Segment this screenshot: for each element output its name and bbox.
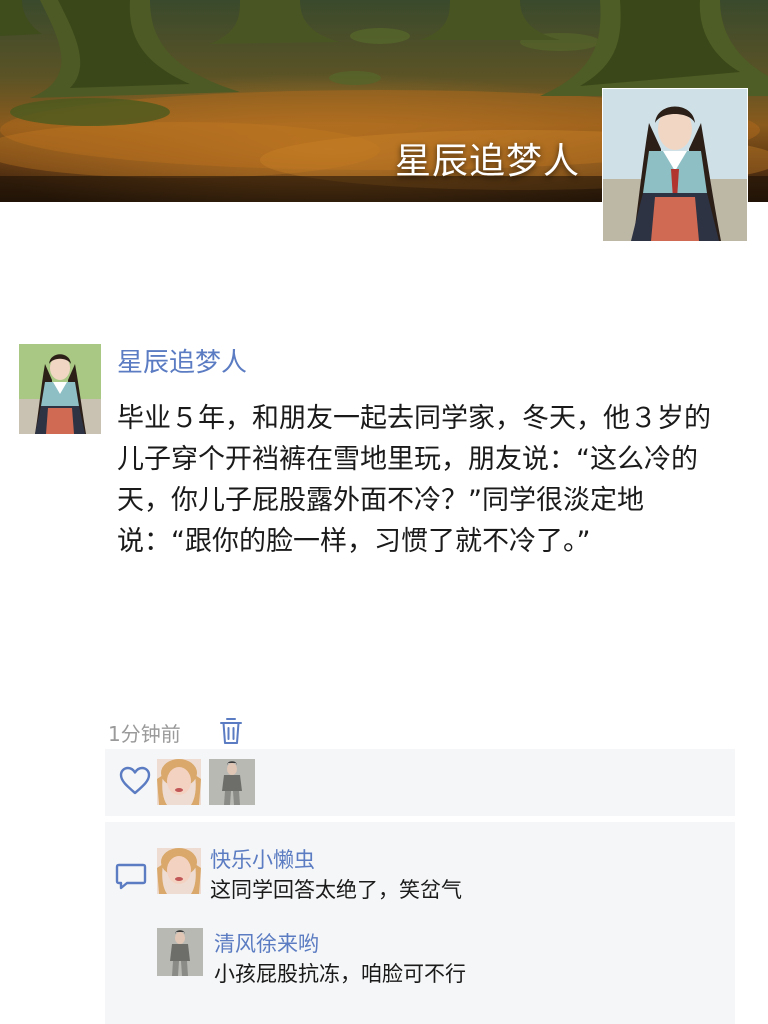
liker-avatar[interactable] bbox=[209, 759, 255, 805]
comment-author-avatar[interactable] bbox=[157, 848, 201, 894]
comment-author-name[interactable]: 清风徐来哟 bbox=[214, 928, 319, 958]
profile-avatar[interactable] bbox=[602, 88, 748, 242]
comments-panel: 快乐小懒虫 这同学回答太绝了，笑岔气 清风徐来哟 小孩屁股抗冻，咱脸可不行 bbox=[105, 822, 735, 1024]
portrait-illustration bbox=[19, 344, 101, 434]
post-timestamp: 1分钟前 bbox=[108, 722, 181, 746]
post-author-name[interactable]: 星辰追梦人 bbox=[117, 342, 247, 379]
heart-icon[interactable] bbox=[117, 763, 153, 799]
comment-text: 这同学回答太绝了，笑岔气 bbox=[210, 878, 462, 902]
likes-panel bbox=[105, 749, 735, 816]
post-author-avatar[interactable] bbox=[19, 344, 101, 434]
comment-icon[interactable] bbox=[113, 858, 149, 894]
comment-text: 小孩屁股抗冻，咱脸可不行 bbox=[214, 962, 466, 986]
comment-author-avatar[interactable] bbox=[157, 928, 203, 976]
post-content: 毕业５年，和朋友一起去同学家，冬天，他３岁的儿子穿个开裆裤在雪地里玩，朋友说：“… bbox=[117, 403, 711, 557]
moments-page: 星辰追梦人 星辰追梦人 毕业５年，和朋友一起去同学家，冬天，他３岁的儿子穿个开裆… bbox=[0, 0, 768, 1024]
comment-author-name[interactable]: 快乐小懒虫 bbox=[210, 844, 315, 874]
trash-icon[interactable] bbox=[219, 716, 243, 746]
cover-title: 星辰追梦人 bbox=[394, 141, 580, 182]
liker-avatar[interactable] bbox=[157, 759, 201, 805]
portrait-illustration bbox=[603, 89, 747, 241]
